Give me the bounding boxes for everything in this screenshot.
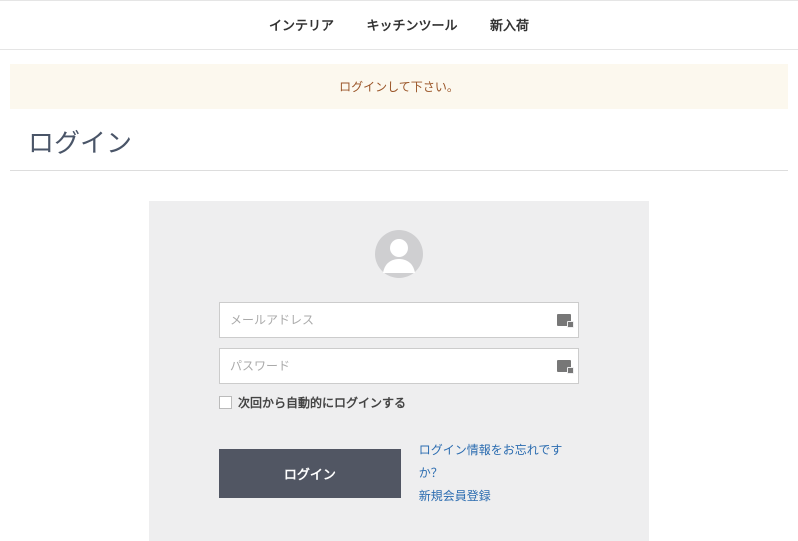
autofill-icon	[557, 360, 571, 372]
page-title: ログイン	[10, 109, 788, 171]
nav-item-new[interactable]: 新入荷	[490, 15, 529, 34]
login-card: 次回から自動的にログインする ログイン ログイン情報をお忘れですか？ 新規会員登…	[149, 201, 649, 541]
top-nav: インテリア キッチンツール 新入荷	[0, 0, 798, 50]
nav-item-interior[interactable]: インテリア	[269, 15, 334, 34]
login-button[interactable]: ログイン	[219, 449, 401, 498]
actions-row: ログイン ログイン情報をお忘れですか？ 新規会員登録	[219, 439, 579, 507]
user-icon	[374, 229, 424, 284]
remember-label: 次回から自動的にログインする	[238, 394, 406, 411]
forgot-link[interactable]: ログイン情報をお忘れですか？	[419, 443, 563, 480]
remember-row[interactable]: 次回から自動的にログインする	[219, 394, 579, 411]
avatar-placeholder	[219, 229, 579, 284]
password-input[interactable]	[219, 348, 579, 384]
email-field-wrap	[219, 302, 579, 338]
remember-checkbox[interactable]	[219, 396, 232, 409]
alert-message: ログインして下さい。	[10, 64, 788, 109]
register-link[interactable]: 新規会員登録	[419, 489, 491, 503]
aux-links: ログイン情報をお忘れですか？ 新規会員登録	[419, 439, 579, 507]
autofill-icon	[557, 314, 571, 326]
password-field-wrap	[219, 348, 579, 384]
email-input[interactable]	[219, 302, 579, 338]
nav-item-kitchen[interactable]: キッチンツール	[366, 15, 457, 34]
